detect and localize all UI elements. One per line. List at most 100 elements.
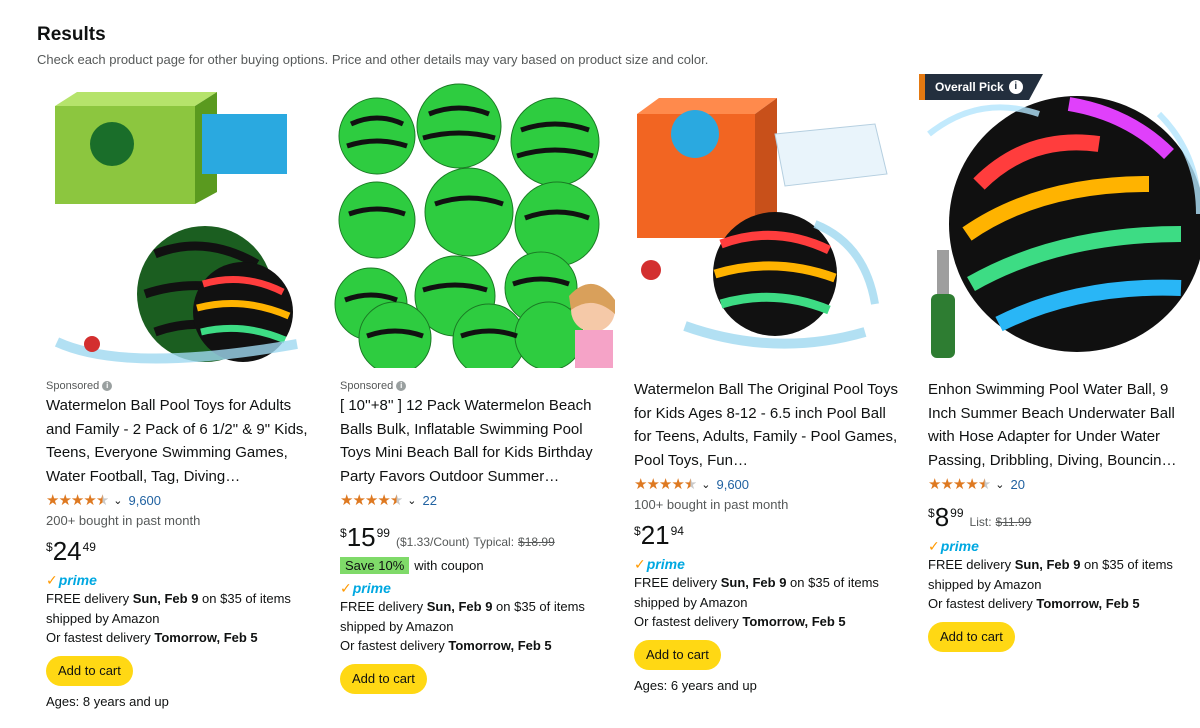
product-title[interactable]: Enhon Swimming Pool Water Ball, 9 Inch S… — [928, 378, 1195, 472]
price-fraction: 99 — [950, 506, 964, 520]
product-card: Sponsored i [ 10''+8'' ] 12 Pack Waterme… — [331, 74, 617, 728]
price[interactable]: $ 21 94 — [634, 521, 901, 551]
price[interactable]: $ 15 99 ($1.33/Count) Typical: $18.99 — [340, 523, 607, 553]
delivery-info: FREE delivery Sun, Feb 9 on $35 of items… — [634, 573, 901, 612]
chevron-down-icon[interactable]: ⌄ — [113, 494, 122, 507]
product-title[interactable]: Watermelon Ball Pool Toys for Adults and… — [46, 394, 313, 488]
chevron-down-icon[interactable]: ⌄ — [995, 478, 1004, 491]
add-to-cart-button[interactable]: Add to cart — [634, 639, 721, 670]
price-whole: 15 — [346, 522, 376, 552]
delivery-info: FREE delivery Sun, Feb 9 on $35 of items… — [340, 597, 607, 636]
chevron-down-icon[interactable]: ⌄ — [701, 478, 710, 491]
sponsored-text: Sponsored — [340, 380, 394, 392]
fastest-prefix: Or fastest delivery — [928, 596, 1037, 611]
product-title[interactable]: Watermelon Ball The Original Pool Toys f… — [634, 378, 901, 472]
sponsored-label[interactable]: Sponsored i — [340, 378, 607, 394]
price-whole: 8 — [934, 502, 950, 532]
delivery-prefix: FREE delivery — [46, 591, 133, 606]
rating-count[interactable]: 22 — [422, 493, 436, 508]
price-currency: $ — [46, 540, 53, 554]
prime-badge: ✓ prime — [634, 555, 901, 573]
list-label: List: — [969, 515, 992, 529]
price-whole: 24 — [52, 536, 82, 566]
price[interactable]: $ 24 49 — [46, 537, 313, 567]
rating[interactable]: ★ ★ ★ ★ ★ ⌄ 20 — [928, 473, 1195, 495]
delivery-prefix: FREE delivery — [340, 599, 427, 614]
star-rating-icon: ★ ★ ★ ★ ★ — [634, 475, 697, 493]
star-rating-icon: ★ ★ ★ ★ ★ — [928, 475, 991, 493]
price-currency: $ — [928, 506, 935, 520]
product-image[interactable] — [331, 74, 617, 368]
product-card: Watermelon Ball The Original Pool Toys f… — [625, 74, 911, 728]
delivery-date: Sun, Feb 9 — [720, 575, 787, 590]
fastest-prefix: Or fastest delivery — [340, 638, 449, 653]
delivery-date: Sun, Feb 9 — [132, 591, 199, 606]
fastest-date: Tomorrow, Feb 5 — [448, 638, 552, 653]
list-price: $11.99 — [995, 515, 1032, 529]
fastest-prefix: Or fastest delivery — [634, 614, 743, 629]
product-card: Overall Pick i Enhon Swimming Pool Water … — [919, 74, 1200, 728]
typical-price: $18.99 — [518, 535, 555, 549]
price-fraction: 99 — [376, 526, 390, 540]
fastest-delivery: Or fastest delivery Tomorrow, Feb 5 — [340, 636, 607, 656]
prime-label: prime — [58, 572, 97, 588]
rating-count[interactable]: 9,600 — [716, 477, 749, 492]
overall-pick-badge[interactable]: Overall Pick i — [919, 74, 1043, 100]
age-range: Ages: 6 years and up — [634, 677, 757, 693]
watermelon-beach-balls-image — [331, 74, 617, 368]
add-to-cart-button[interactable]: Add to cart — [928, 621, 1015, 652]
product-image[interactable] — [625, 74, 911, 368]
prime-label: prime — [940, 538, 979, 554]
results-subtitle: Check each product page for other buying… — [37, 52, 709, 67]
add-to-cart-button[interactable]: Add to cart — [340, 663, 427, 694]
prime-badge: ✓ prime — [340, 579, 607, 597]
age-range: Ages: 8 years and up — [46, 693, 169, 709]
rating[interactable]: ★ ★ ★ ★ ★ ⌄ 9,600 — [634, 473, 901, 495]
fastest-prefix: Or fastest delivery — [46, 630, 155, 645]
delivery-info: FREE delivery Sun, Feb 9 on $35 of items… — [46, 589, 313, 628]
fastest-date: Tomorrow, Feb 5 — [154, 630, 258, 645]
rating-count[interactable]: 20 — [1010, 477, 1024, 492]
add-to-cart-button[interactable]: Add to cart — [46, 655, 133, 686]
results-grid: Sponsored i Watermelon Ball Pool Toys fo… — [37, 74, 1200, 728]
check-icon: ✓ — [928, 537, 940, 554]
watermelon-ball-jr-image — [625, 74, 911, 368]
price-currency: $ — [340, 526, 347, 540]
badge-tail — [1028, 74, 1043, 100]
delivery-prefix: FREE delivery — [634, 575, 721, 590]
product-card: Sponsored i Watermelon Ball Pool Toys fo… — [37, 74, 323, 728]
check-icon: ✓ — [340, 579, 352, 596]
delivery-info: FREE delivery Sun, Feb 9 on $35 of items… — [928, 555, 1195, 594]
rating[interactable]: ★ ★ ★ ★ ★ ⌄ 22 — [340, 489, 607, 511]
delivery-prefix: FREE delivery — [928, 557, 1015, 572]
unit-price: ($1.33/Count) — [395, 535, 470, 549]
info-icon[interactable]: i — [1008, 80, 1023, 94]
coupon[interactable]: Save 10% with coupon — [340, 555, 607, 575]
bought-in-past-month: 200+ bought in past month — [46, 513, 201, 528]
product-image[interactable] — [37, 74, 323, 368]
sponsored-text: Sponsored — [46, 380, 100, 392]
chevron-down-icon[interactable]: ⌄ — [407, 494, 416, 507]
info-icon[interactable]: i — [102, 381, 113, 391]
typical-label: Typical: — [473, 535, 515, 549]
rating-count[interactable]: 9,600 — [128, 493, 161, 508]
check-icon: ✓ — [46, 571, 58, 588]
price-currency: $ — [634, 524, 641, 538]
price-whole: 21 — [640, 520, 670, 550]
rainbow-water-ball-image — [919, 74, 1200, 368]
delivery-date: Sun, Feb 9 — [1014, 557, 1081, 572]
product-title[interactable]: [ 10''+8'' ] 12 Pack Watermelon Beach Ba… — [340, 394, 607, 488]
coupon-badge: Save 10% — [340, 556, 410, 574]
fastest-delivery: Or fastest delivery Tomorrow, Feb 5 — [634, 612, 901, 632]
price-fraction: 49 — [82, 540, 96, 554]
price[interactable]: $ 8 99 List: $11.99 — [928, 503, 1195, 533]
coupon-text: with coupon — [414, 557, 484, 573]
badge-text: Overall Pick — [935, 80, 1004, 94]
info-icon[interactable]: i — [396, 381, 407, 391]
sponsored-label[interactable]: Sponsored i — [46, 378, 313, 394]
rating[interactable]: ★ ★ ★ ★ ★ ⌄ 9,600 — [46, 489, 313, 511]
delivery-date: Sun, Feb 9 — [426, 599, 493, 614]
product-image[interactable] — [919, 74, 1200, 368]
prime-label: prime — [352, 580, 391, 596]
fastest-delivery: Or fastest delivery Tomorrow, Feb 5 — [928, 594, 1195, 614]
